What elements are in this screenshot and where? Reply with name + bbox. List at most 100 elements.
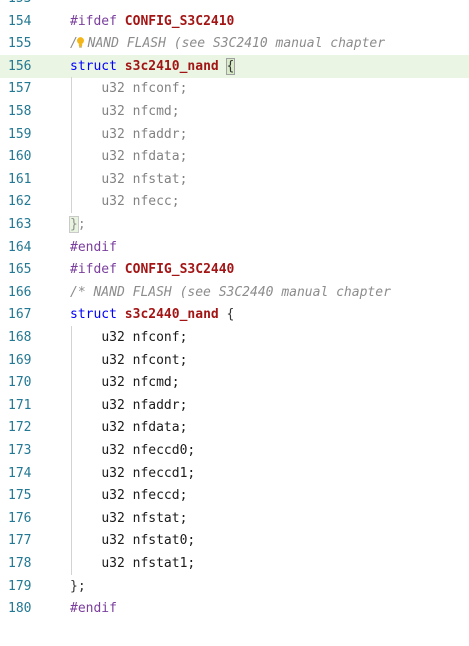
line-number: 171 <box>8 397 32 413</box>
code-line[interactable]: 163}; <box>0 213 469 236</box>
code-token: #endif <box>70 239 117 255</box>
code-line[interactable]: 155 / NAND FLASH (see S3C2410 manual chap… <box>0 32 469 55</box>
code-line[interactable]: 165 #ifdef CONFIG_S3C2440 <box>0 258 469 281</box>
line-number: 164 <box>8 239 32 255</box>
code-token: nfaddr; <box>124 397 188 413</box>
code-line[interactable]: 167 struct s3c2440_nand { <box>0 303 469 326</box>
line-number: 168 <box>8 330 32 345</box>
code-text: u32 nfaddr; <box>70 123 187 146</box>
code-line[interactable]: 166 /* NAND FLASH (see S3C2440 manual cha… <box>0 281 469 304</box>
code-text: struct s3c2410_nand { <box>70 55 236 78</box>
line-number: 158 <box>8 104 32 119</box>
code-token: u32 <box>101 330 125 345</box>
code-text: #endif <box>70 236 117 259</box>
code-token: u32 <box>101 465 125 481</box>
code-token: ; <box>77 217 86 232</box>
line-number: 166 <box>8 284 32 300</box>
code-line[interactable]: 154 #ifdef CONFIG_S3C2410 <box>0 10 469 33</box>
indent-guide <box>71 77 72 213</box>
code-token: u32 <box>101 352 125 368</box>
code-text: #ifdef CONFIG_S3C2440 <box>70 258 234 281</box>
line-number: 165 <box>8 262 32 278</box>
code-line[interactable]: 179}; <box>0 575 469 598</box>
line-number: 167 <box>8 307 32 323</box>
line-number: 154 <box>8 13 32 29</box>
code-text: #ifdef CONFIG_S3C2410 <box>70 10 234 33</box>
code-token: nfcmd; <box>124 375 180 391</box>
line-number: 179 <box>8 578 32 594</box>
line-number: 163 <box>8 217 32 232</box>
code-text: u32 nfstat0; <box>70 529 195 552</box>
code-token: nfeccd0; <box>124 443 196 458</box>
code-editor[interactable]: 153 154 #ifdef CONFIG_S3C2410 155 / NAND FLA… <box>0 0 469 646</box>
line-number: 172 <box>8 420 32 436</box>
lightbulb-icon[interactable] <box>76 37 85 48</box>
code-text: u32 nfcmd; <box>70 371 180 394</box>
code-token: CONFIG_S3C2410 <box>124 13 235 29</box>
line-number: 180 <box>8 601 32 617</box>
line-number: 160 <box>8 149 32 165</box>
bracket-match: { <box>225 57 236 75</box>
code-token: s3c2410_nand <box>124 58 219 74</box>
line-number: 170 <box>8 375 32 391</box>
code-token: #endif <box>70 601 117 617</box>
code-text: }; <box>69 213 86 236</box>
code-text: u32 nfdata; <box>70 145 187 168</box>
code-line[interactable]: 180 #endif <box>0 597 469 620</box>
code-token: u32 <box>101 556 125 571</box>
code-token: u32 <box>101 149 125 165</box>
code-token: nfstat; <box>124 510 188 526</box>
code-text: u32 nfconf; <box>70 326 187 349</box>
code-line[interactable]: 153 <box>0 0 469 10</box>
code-token: #ifdef <box>70 262 117 278</box>
code-token: u32 <box>101 397 125 413</box>
code-text: u32 nfcont; <box>70 349 187 372</box>
line-number: 159 <box>8 126 32 142</box>
code-line[interactable]: 156 struct s3c2410_nand { <box>0 54 469 78</box>
code-token: nfcmd; <box>124 104 180 119</box>
code-text: u32 nfeccd; <box>70 484 187 507</box>
code-text: u32 nfeccd1; <box>70 462 195 485</box>
line-number: 157 <box>8 81 32 97</box>
line-number: 156 <box>8 58 32 74</box>
code-text: u32 nfdata; <box>70 416 187 439</box>
line-number: 176 <box>8 510 32 526</box>
code-token: #ifdef <box>70 13 117 29</box>
code-token: nfeccd; <box>124 488 188 504</box>
code-token: nfdata; <box>124 420 188 436</box>
line-number: 161 <box>8 171 32 187</box>
line-number: 169 <box>8 352 32 368</box>
code-line[interactable]: 164 #endif <box>0 236 469 259</box>
line-number: 153 <box>0 0 48 10</box>
code-token: nfconf; <box>124 330 188 345</box>
code-token: { <box>218 307 235 323</box>
code-token: struct <box>70 307 117 323</box>
code-text: u32 nfstat1; <box>70 552 195 575</box>
code-token: nfstat1; <box>124 556 196 571</box>
code-token: }; <box>70 578 86 594</box>
code-token: nfdata; <box>124 149 188 165</box>
code-text: u32 nfaddr; <box>70 394 187 417</box>
code-token: nfstat0; <box>124 533 196 549</box>
code-text: struct s3c2440_nand { <box>70 303 234 326</box>
code-token: /* NAND FLASH (see S3C2440 manual chapte… <box>70 284 391 300</box>
code-text: }; <box>70 575 86 598</box>
code-text: u32 nfstat; <box>70 507 187 530</box>
